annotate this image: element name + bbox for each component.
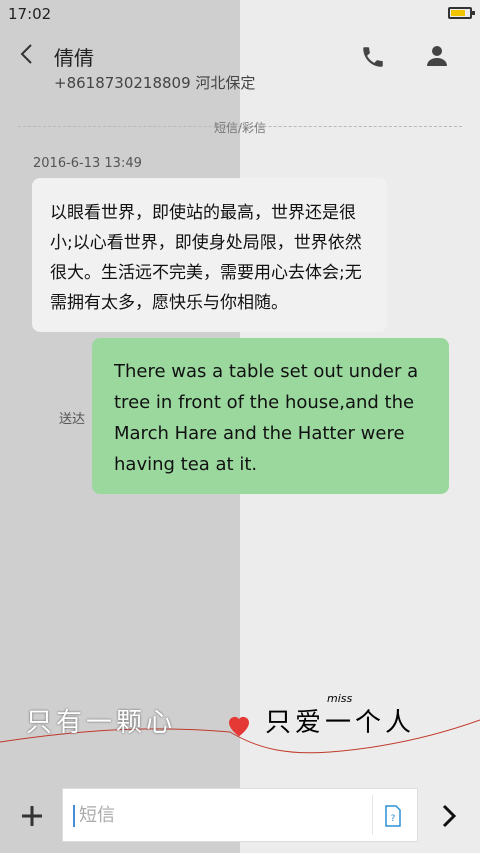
wallpaper-artwork: 只有一颗心 miss 只爱一个人: [0, 680, 480, 780]
message-input[interactable]: 短信 ?: [62, 788, 418, 842]
person-icon[interactable]: [425, 44, 449, 68]
heart-icon: [229, 716, 249, 737]
outgoing-message-text: There was a table set out under a tree i…: [114, 361, 419, 475]
wallpaper-text-left: 只有一颗心: [26, 708, 177, 738]
delivery-status: 送达: [59, 412, 86, 427]
outgoing-message-bubble[interactable]: There was a table set out under a tree i…: [92, 338, 449, 494]
message-input-placeholder: 短信: [73, 805, 115, 827]
incoming-message-bubble[interactable]: 以眼看世界，即使站的最高，世界还是很小;以心看世界，即使身处局限，世界依然很大。…: [32, 178, 387, 332]
input-separator: [372, 795, 373, 835]
send-arrow-icon[interactable]: [438, 803, 460, 829]
status-bar: 17:02: [0, 0, 480, 28]
sim-card-icon[interactable]: ?: [383, 805, 403, 827]
conversation-header: 倩倩 +8618730218809 河北保定: [0, 30, 480, 100]
contact-number: +8618730218809 河北保定: [54, 74, 256, 92]
incoming-message-text: 以眼看世界，即使站的最高，世界还是很小;以心看世界，即使身处局限，世界依然很大。…: [50, 203, 362, 313]
divider-label: 短信/彩信: [213, 121, 267, 135]
contact-name: 倩倩: [54, 46, 94, 70]
message-composer: 短信 ?: [0, 785, 480, 853]
plus-icon[interactable]: [20, 804, 44, 828]
message-timestamp: 2016-6-13 13:49: [33, 156, 142, 171]
status-time: 17:02: [8, 5, 52, 23]
battery-icon: [448, 7, 475, 19]
back-arrow-icon[interactable]: [16, 42, 40, 66]
wallpaper-text-right: 只爱一个人: [265, 708, 416, 738]
phone-icon[interactable]: [360, 44, 386, 70]
svg-text:?: ?: [391, 814, 396, 824]
